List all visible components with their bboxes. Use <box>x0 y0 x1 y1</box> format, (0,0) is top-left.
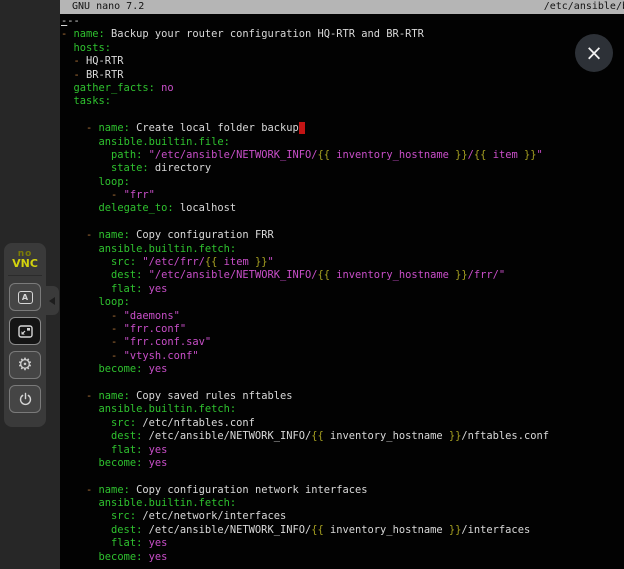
terminal-window[interactable]: GNU nano 7.2 /etc/ansible/b ---- name: B… <box>60 0 624 569</box>
disconnect-button[interactable] <box>9 385 41 413</box>
fullscreen-button[interactable] <box>9 317 41 345</box>
fullscreen-icon <box>18 325 33 338</box>
keyboard-button[interactable]: A <box>9 283 41 311</box>
keyboard-icon: A <box>18 291 33 304</box>
vnc-sidebar: no VNC A ⚙ <box>0 0 60 569</box>
nano-app-title: GNU nano 7.2 <box>72 0 144 13</box>
editor-content[interactable]: ---- name: Backup your router configurat… <box>60 14 624 564</box>
nano-file-path: /etc/ansible/b <box>544 0 624 13</box>
novnc-control-bar: no VNC A ⚙ <box>4 243 46 427</box>
control-bar-divider <box>8 275 42 276</box>
close-icon: × <box>585 43 603 64</box>
gear-icon: ⚙ <box>17 357 32 374</box>
close-button[interactable]: × <box>575 34 613 72</box>
nano-titlebar: GNU nano 7.2 /etc/ansible/b <box>60 0 624 14</box>
novnc-logo-vnc: VNC <box>12 259 38 269</box>
screen: no VNC A ⚙ <box>0 0 624 569</box>
control-bar-handle[interactable] <box>44 286 59 315</box>
novnc-logo: no VNC <box>12 249 38 269</box>
collapse-left-icon <box>49 297 55 305</box>
power-icon <box>18 392 33 407</box>
settings-button[interactable]: ⚙ <box>9 351 41 379</box>
